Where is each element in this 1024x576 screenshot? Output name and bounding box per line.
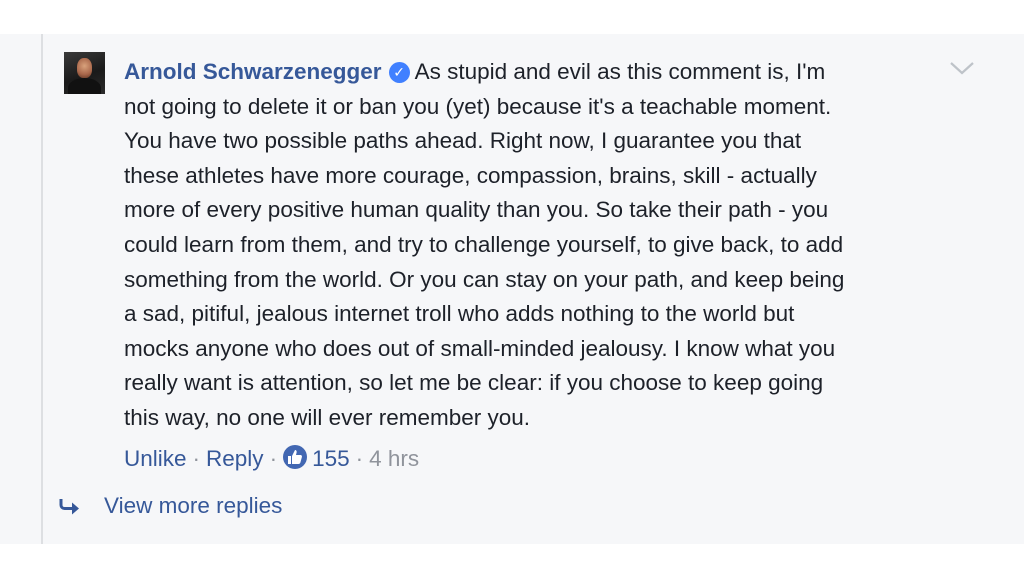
avatar[interactable]: [64, 52, 105, 94]
comment-text-line: really want is attention, so let me be c…: [124, 370, 824, 396]
comment-text-line: As stupid and evil as this comment is, I…: [414, 59, 826, 84]
view-more-replies-label[interactable]: View more replies: [104, 493, 282, 518]
comment-text-line: something from the world. Or you can sta…: [124, 266, 845, 292]
view-more-replies-link[interactable]: View more replies: [58, 489, 282, 523]
thread-line: [41, 34, 43, 544]
avatar-shoulders: [68, 78, 101, 94]
separator: ·: [269, 446, 278, 471]
like-count[interactable]: 155: [312, 446, 350, 471]
comment-text-line: You have two possible paths ahead. Right…: [124, 128, 802, 154]
comment-text-line: could learn from them, and try to challe…: [124, 231, 844, 257]
comment-body: Arnold Schwarzenegger ✓ As stupid and evil…: [124, 55, 944, 436]
like-thumb-icon[interactable]: [283, 445, 308, 469]
comment-text-line: mocks anyone who does out of small-minde…: [124, 335, 836, 361]
comment-line-1: Arnold Schwarzenegger ✓ As stupid and evil…: [124, 55, 944, 90]
comment-text-line: a sad, pitiful, jealous internet troll w…: [124, 301, 795, 327]
author-name[interactable]: Arnold Schwarzenegger: [124, 59, 382, 84]
comment-text-line: more of every positive human quality tha…: [124, 197, 829, 223]
comment-text-line: these athletes have more courage, compas…: [124, 162, 817, 188]
separator: ·: [355, 446, 364, 471]
timestamp[interactable]: 4 hrs: [369, 446, 419, 471]
verified-check-icon: ✓: [388, 62, 410, 83]
avatar-face: [77, 58, 92, 78]
separator: ·: [192, 446, 201, 471]
reply-button[interactable]: Reply: [206, 446, 264, 471]
unlike-button[interactable]: Unlike: [124, 446, 187, 471]
comment-text-line: this way, no one will ever remember you.: [124, 404, 530, 430]
comment-text-line: not going to delete it or ban you (yet) …: [124, 93, 832, 119]
reply-arrow-icon: [59, 499, 79, 515]
chevron-down-icon[interactable]: [948, 58, 976, 78]
comment-actions: Unlike · Reply · 155 · 4 hrs: [124, 442, 419, 476]
